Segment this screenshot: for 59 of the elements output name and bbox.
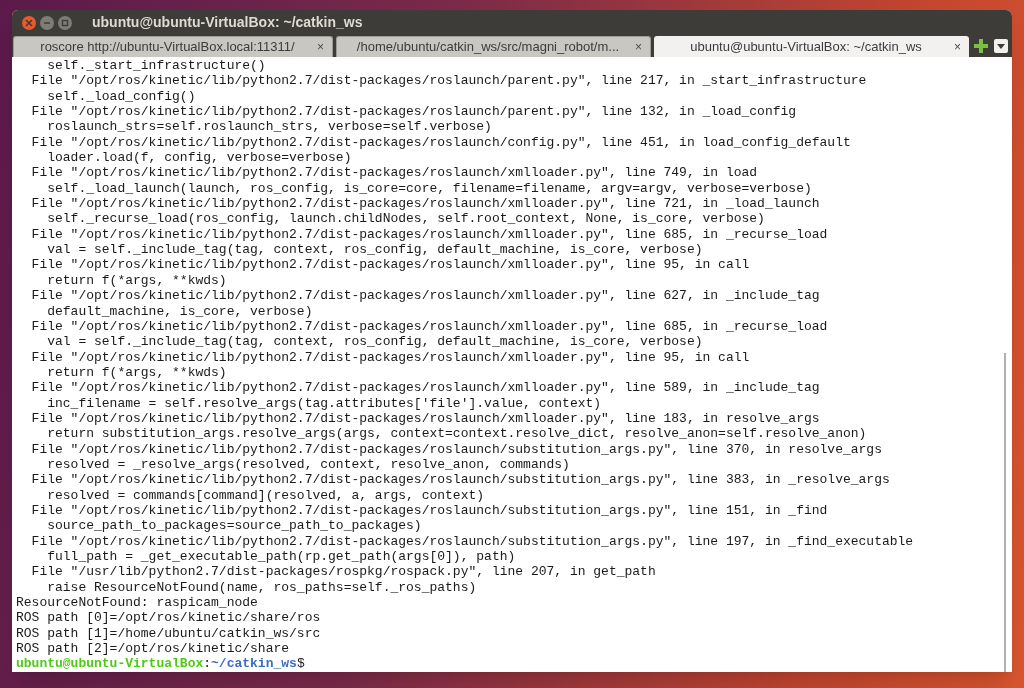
terminal-line: ROS path [1]=/home/ubuntu/catkin_ws/src	[16, 625, 321, 642]
window-title: ubuntu@ubuntu-VirtualBox: ~/catkin_ws	[92, 13, 363, 32]
close-button[interactable]	[22, 15, 36, 30]
terminal-line: File "/opt/ros/kinetic/lib/python2.7/dist-packages/roslaunch/xmlloader.py", line 95, in call	[30, 349, 750, 365]
prompt-symbol: $	[296, 656, 305, 672]
terminal-line: File "/opt/ros/kinetic/lib/python2.7/dist-packages/roslaunch/substitution_args.py", line 151, in _find	[30, 502, 828, 519]
terminal-line: source_path_to_packages=source_path_to_packages)	[46, 518, 422, 534]
close-icon	[25, 18, 33, 27]
terminal-line: self._start_infrastructure()	[46, 58, 266, 74]
terminal-line: val = self._include_tag(tag, context, ros_config, default_machine, is_core, verbose)	[46, 242, 703, 258]
terminal-line: roslaunch_strs=self.roslaunch_strs, verbose=self.verbose)	[46, 119, 492, 135]
terminal-line: File "/opt/ros/kinetic/lib/python2.7/dist-packages/roslaunch/parent.py", line 132, in _load_config	[30, 104, 797, 120]
tab-close-button[interactable]: ×	[635, 38, 642, 56]
tab-close-button[interactable]: ×	[954, 37, 961, 56]
minimize-button[interactable]	[40, 15, 54, 30]
maximize-icon	[61, 18, 69, 27]
terminal-line: File "/opt/ros/kinetic/lib/python2.7/dist-packages/roslaunch/xmlloader.py", line 95, in call	[30, 257, 750, 273]
caret-icon	[997, 43, 1005, 49]
terminal-line: File "/opt/ros/kinetic/lib/python2.7/dist-packages/roslaunch/config.py", line 451, in load_config_default	[30, 134, 851, 151]
terminal-line: self._recurse_load(ros_config, launch.childNodes, self.root_context, None, is_core, verbose)	[46, 211, 765, 227]
tab[interactable]: ubuntu@ubuntu-VirtualBox: ~/catkin_ws ×	[654, 36, 969, 57]
terminal-line: resolved = _resolve_args(resolved, context, resolve_anon, commands)	[46, 456, 570, 473]
terminal-line: File "/opt/ros/kinetic/lib/python2.7/dist-packages/roslaunch/substitution_args.py", line 383, in _resolve_args	[30, 472, 890, 488]
terminal-line: ROS path [0]=/opt/ros/kinetic/share/ros	[16, 610, 321, 626]
terminal-line: File "/opt/ros/kinetic/lib/python2.7/dist-packages/roslaunch/parent.py", line 217, in _start_infrastructure	[30, 73, 867, 89]
terminal-line: File "/opt/ros/kinetic/lib/python2.7/dist-packages/roslaunch/xmlloader.py", line 749, in load	[30, 165, 758, 181]
terminal-line: File "/opt/ros/kinetic/lib/python2.7/dist-packages/roslaunch/xmlloader.py", line 721, in _load_launch	[30, 196, 820, 212]
terminal-line: File "/opt/ros/kinetic/lib/python2.7/dist-packages/roslaunch/xmlloader.py", line 589, in _include_tag	[30, 380, 820, 396]
terminal-line: return substitution_args.resolve_args(args, context=context.resolve_dict, resolve_anon=self.resolve_anon)	[46, 426, 867, 442]
terminal-line: ResourceNotFound: raspicam_node	[16, 595, 258, 611]
scrollbar[interactable]	[1004, 353, 1006, 672]
terminal-line: return f(*args, **kwds)	[46, 272, 227, 289]
terminal-line: File "/usr/lib/python2.7/dist-packages/rospkg/rospack.py", line 207, in get_path	[30, 564, 656, 580]
terminal-line: resolved = commands[command](resolved, a, args, context)	[46, 487, 485, 503]
terminal-line: default_machine, is_core, verbose)	[46, 303, 313, 319]
prompt-user-host: ubuntu@ubuntu-VirtualBox	[16, 656, 204, 672]
terminal-line: self._load_config()	[46, 88, 196, 105]
tab-close-button[interactable]: ×	[317, 38, 324, 56]
terminal-line: File "/opt/ros/kinetic/lib/python2.7/dist-packages/roslaunch/substitution_args.py", line 370, in resolve_args	[30, 441, 882, 457]
terminal-line: loader.load(f, config, verbose=verbose)	[46, 150, 352, 166]
terminal-line: File "/opt/ros/kinetic/lib/python2.7/dist-packages/roslaunch/xmlloader.py", line 685, in _recurse_load	[30, 226, 828, 243]
terminal-line: File "/opt/ros/kinetic/lib/python2.7/dist-packages/roslaunch/xmlloader.py", line 685, in _recurse_load	[30, 318, 828, 335]
terminal-line: raise ResourceNotFound(name, ros_paths=self._ros_paths)	[46, 579, 477, 596]
terminal-line: return f(*args, **kwds)	[46, 364, 227, 381]
tab-menu-button[interactable]	[994, 39, 1008, 53]
terminal-line: ROS path [2]=/opt/ros/kinetic/share	[16, 641, 290, 657]
terminal-line: self._load_launch(launch, ros_config, is_core=core, filename=filename, argv=argv, verbose=verbose)	[46, 180, 812, 197]
terminal-line: File "/opt/ros/kinetic/lib/python2.7/dist-packages/roslaunch/substitution_args.py", line 197, in _find_executable	[30, 533, 914, 549]
prompt-separator: :	[203, 656, 212, 672]
terminal-line: val = self._include_tag(tag, context, ros_config, default_machine, is_core, verbose)	[46, 334, 703, 350]
terminal-line: File "/opt/ros/kinetic/lib/python2.7/dist-packages/roslaunch/xmlloader.py", line 627, in _include_tag	[30, 288, 820, 304]
maximize-button[interactable]	[58, 15, 72, 30]
terminal-line: File "/opt/ros/kinetic/lib/python2.7/dist-packages/roslaunch/xmlloader.py", line 183, in resolve_args	[30, 410, 820, 427]
tab[interactable]: roscore http://ubuntu-VirtualBox.local:11311/ ×	[13, 36, 333, 57]
new-tab-icon[interactable]	[974, 39, 988, 53]
tab[interactable]: /home/ubuntu/catkin_ws/src/magni_robot/m... ×	[336, 36, 651, 57]
terminal-line: inc_filename = self.resolve_args(tag.attributes['file'].value, context)	[46, 395, 602, 411]
prompt-path: ~/catkin_ws	[211, 656, 297, 672]
terminal-line: full_path = _get_executable_path(rp.get_path(args[0]), path)	[46, 549, 516, 565]
